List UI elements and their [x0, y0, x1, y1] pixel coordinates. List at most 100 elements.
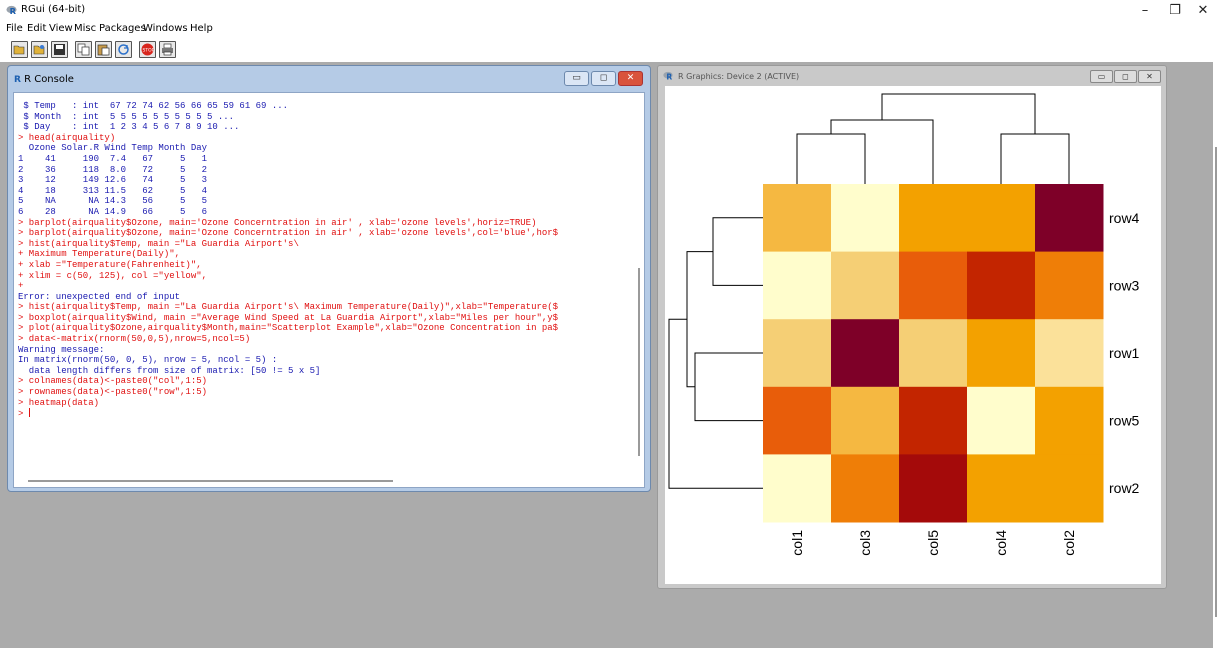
svg-text:STOP: STOP [143, 48, 155, 54]
restore-button[interactable]: ❐ [1160, 2, 1190, 20]
heatmap-cell [967, 319, 1036, 388]
column-label: col3 [857, 530, 873, 556]
console-hscroll-thumb[interactable] [28, 480, 393, 482]
console-command-line: > data<-matrix(rnorm(50,0,5),nrow=5,ncol… [18, 334, 251, 345]
console-vertical-scrollbar[interactable] [636, 93, 644, 473]
console-scroll-thumb[interactable] [638, 268, 640, 456]
title-bar: R RGui (64-bit) – ❐ ✕ [0, 0, 1219, 22]
menu-help[interactable]: Help [190, 23, 213, 34]
console-title: R Console [24, 74, 74, 85]
console-output[interactable]: $ Temp : int 67 72 74 62 56 66 65 59 61 … [13, 92, 645, 488]
row-dendrogram-branch [694, 352, 763, 422]
heatmap-cell [967, 251, 1036, 320]
menu-packages[interactable]: Packages [99, 23, 146, 34]
console-output-line: data length differs from size of matrix:… [18, 365, 321, 376]
row-label: row2 [1109, 480, 1140, 496]
console-horizontal-scrollbar[interactable] [14, 475, 644, 487]
console-output-line: 4 18 313 11.5 62 5 4 [18, 185, 208, 196]
heatmap-cell [899, 184, 968, 253]
row-label: row4 [1109, 210, 1140, 226]
heatmap-cell [899, 251, 968, 320]
column-label: col1 [789, 530, 805, 556]
console-command-line: > boxplot(airquality$Wind, main ="Averag… [18, 312, 559, 323]
console-close-button[interactable]: ✕ [618, 71, 643, 86]
print-icon[interactable] [159, 41, 176, 58]
menu-misc[interactable]: Misc [74, 23, 96, 34]
heatmap-plot-area: row4 row3 row1 row5 row2 col1 col3 col5 col4 col2 [665, 86, 1161, 584]
rgui-window: R RGui (64-bit) – ❐ ✕ File Edit View Mis… [0, 0, 1219, 648]
main-vertical-scrollbar[interactable] [1213, 62, 1219, 648]
copy-icon[interactable] [75, 41, 92, 58]
close-button[interactable]: ✕ [1188, 2, 1218, 20]
column-dendrogram-branch [1000, 133, 1070, 184]
console-title-wrap: R R Console [14, 74, 74, 85]
svg-text:R: R [666, 72, 672, 81]
row-label: row1 [1109, 345, 1140, 361]
heatmap-cell [831, 319, 900, 388]
graphics-minimize-button[interactable]: ▭ [1090, 70, 1113, 83]
console-command-line: > plot(airquality$Ozone,airquality$Month… [18, 323, 559, 334]
copy-paste-icon[interactable] [115, 41, 132, 58]
heatmap-cell [1035, 386, 1104, 455]
save-workspace-icon[interactable] [51, 41, 68, 58]
menu-file[interactable]: File [6, 23, 23, 34]
column-label: col4 [993, 530, 1009, 556]
column-dendrogram-branch [881, 93, 1036, 134]
heatmap-cell [831, 386, 900, 455]
svg-text:R: R [10, 6, 17, 16]
heatmap-cell [763, 386, 832, 455]
r-logo-icon: R [6, 5, 17, 16]
heatmap-cell [1035, 251, 1104, 320]
app-title: RGui (64-bit) [21, 4, 86, 15]
heatmap-cell [967, 184, 1036, 253]
console-maximize-button[interactable]: ◻ [591, 71, 616, 86]
console-command-line: > rownames(data)<-paste0("row",1:5) [18, 387, 208, 398]
console-output-line: Ozone Solar.R Wind Temp Month Day [18, 143, 208, 154]
row-dendrogram-branch [668, 318, 763, 489]
stop-icon[interactable]: STOP [139, 41, 156, 58]
console-command-line: > hist(airquality$Temp, main ="La Guardi… [18, 238, 299, 249]
console-output-line: 2 36 118 8.0 72 5 2 [18, 164, 208, 175]
heatmap-cell [1035, 319, 1104, 388]
graphics-device-window[interactable]: R R Graphics: Device 2 (ACTIVE) ▭ ◻ ✕ ro… [657, 65, 1167, 589]
menu-view[interactable]: View [49, 23, 73, 34]
console-command-line: > hist(airquality$Temp, main ="La Guardi… [18, 302, 559, 313]
graphics-close-button[interactable]: ✕ [1138, 70, 1161, 83]
heatmap-cell [899, 454, 968, 523]
toolbar: STOP [0, 38, 1219, 62]
row-dendrogram-branch [712, 217, 763, 286]
heatmap-cell [899, 319, 968, 388]
console-command-line: + xlim = c(50, 125), col ="yellow", [18, 270, 208, 281]
console-prompt-line[interactable]: > [18, 408, 618, 419]
menu-windows[interactable]: Windows [143, 23, 188, 34]
load-workspace-icon[interactable] [31, 41, 48, 58]
console-text: $ Temp : int 67 72 74 62 56 66 65 59 61 … [18, 101, 618, 419]
r-console-window[interactable]: R R Console ▭ ◻ ✕ $ Temp : int 67 72 74 … [7, 65, 651, 492]
heatmap-cell [831, 454, 900, 523]
heatmap-chart: row4 row3 row1 row5 row2 col1 col3 col5 col4 col2 [668, 93, 1140, 556]
graphics-title: R Graphics: Device 2 (ACTIVE) [678, 72, 800, 81]
heatmap-cell [967, 454, 1036, 523]
console-minimize-button[interactable]: ▭ [564, 71, 589, 86]
heatmap-cell [763, 319, 832, 388]
heatmap-cell [899, 386, 968, 455]
heatmap-cell [967, 386, 1036, 455]
row-dendrogram-branch [686, 251, 713, 388]
console-output-line: $ Month : int 5 5 5 5 5 5 5 5 5 5 ... [18, 111, 235, 122]
heatmap-cell [1035, 184, 1104, 253]
heatmap-cell [763, 251, 832, 320]
r-logo-icon: R [14, 75, 25, 85]
minimize-button[interactable]: – [1130, 2, 1160, 20]
console-command-line: + xlab ="Temperature(Fahrenheit)", [18, 259, 202, 270]
column-label: col5 [925, 530, 941, 556]
console-output-line: 5 NA NA 14.3 56 5 5 [18, 196, 208, 207]
heatmap-cell [1035, 454, 1104, 523]
console-output-line: Error: unexpected end of input [18, 291, 181, 302]
open-script-icon[interactable] [11, 41, 28, 58]
paste-icon[interactable] [95, 41, 112, 58]
heatmap-cell [763, 454, 832, 523]
main-scroll-thumb[interactable] [1215, 147, 1217, 617]
menu-edit[interactable]: Edit [27, 23, 46, 34]
graphics-maximize-button[interactable]: ◻ [1114, 70, 1137, 83]
console-command-line: > barplot(airquality$Ozone, main='Ozone … [18, 228, 559, 239]
